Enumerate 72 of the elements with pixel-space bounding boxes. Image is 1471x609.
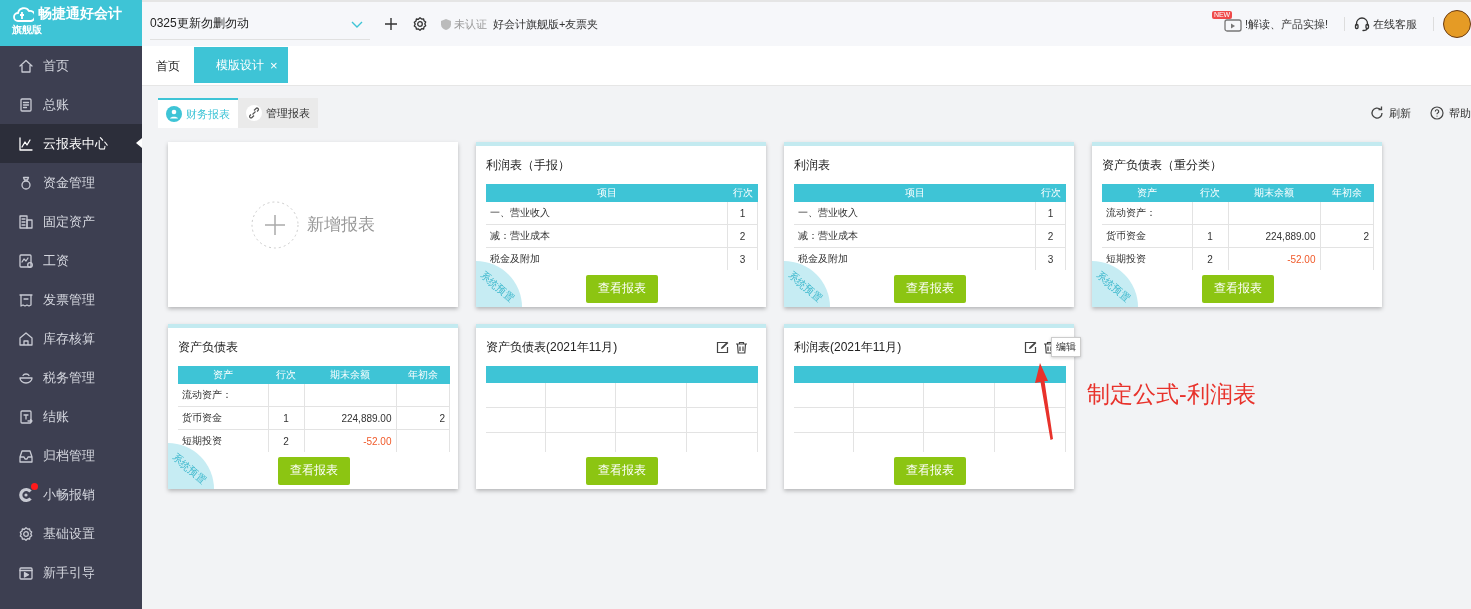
table-cell: 224,889.00 — [341, 412, 392, 424]
sidebar-item[interactable]: 固定资产 — [0, 202, 142, 241]
table-cell: -52.00 — [1287, 253, 1316, 265]
table-cell: 1 — [1047, 207, 1054, 219]
table-cell: 1 — [283, 412, 289, 424]
table-cell: 一、营业收入 — [490, 207, 550, 218]
report-title: 利润表（手报） — [486, 156, 570, 174]
column-header: 项目 — [486, 184, 728, 202]
sidebar-item[interactable]: 新手引导 — [0, 553, 142, 592]
sidebar-item[interactable]: 小畅报销 — [0, 475, 142, 514]
column-header: 年初余 — [1320, 184, 1374, 202]
help-button[interactable]: 帮助 — [1429, 105, 1471, 121]
table-cell: 货币资金 — [182, 412, 222, 423]
edition-name: 好会计旗舰版+友票夹 — [493, 16, 599, 32]
sidebar-item[interactable]: 工资 — [0, 241, 142, 280]
table-cell: 3 — [739, 253, 746, 265]
edition-label: 旗舰版 — [12, 24, 42, 36]
sidebar-item[interactable]: 总账 — [0, 85, 142, 124]
report-title: 资产负债表（重分类） — [1102, 156, 1222, 174]
table-cell: 流动资产： — [1106, 207, 1156, 218]
table-cell: 2 — [1363, 230, 1369, 242]
sidebar-item[interactable]: 税务管理 — [0, 358, 142, 397]
table-cell: 减：营业成本 — [798, 230, 858, 241]
logo-text: 畅捷通好会计 — [38, 5, 122, 23]
sidebar-item[interactable]: 基础设置 — [0, 514, 142, 553]
sidebar-item[interactable]: 结账 — [0, 397, 142, 436]
column-header: 项目 — [794, 184, 1036, 202]
table-cell: 一、营业收入 — [798, 207, 858, 218]
sidebar-item[interactable]: 资金管理 — [0, 163, 142, 202]
support-link[interactable]: 在线客服 — [1354, 16, 1417, 32]
tooltip: 编辑 — [1051, 336, 1081, 357]
table-cell: 货币资金 — [1106, 230, 1146, 241]
column-header: 行次 — [727, 184, 758, 202]
column-header: 行次 — [1035, 184, 1066, 202]
column-header: 期末余额 — [304, 366, 396, 384]
table-cell: 3 — [1047, 253, 1054, 265]
table-cell: 税金及附加 — [798, 253, 848, 264]
sidebar-item[interactable]: 首页 — [0, 46, 142, 85]
report-type-tab[interactable]: 管理报表 — [238, 98, 318, 128]
table-cell: -52.00 — [363, 435, 392, 447]
report-title: 利润表(2021年11月) — [794, 338, 902, 356]
table-cell: 短期投资 — [1106, 253, 1146, 264]
report-title: 资产负债表(2021年11月) — [486, 338, 618, 356]
table-cell: 短期投资 — [182, 435, 222, 446]
column-header: 行次 — [268, 366, 304, 384]
column-header: 年初余 — [396, 366, 450, 384]
company-select[interactable]: 0325更新勿删勿动 — [150, 8, 370, 40]
table-cell: 2 — [283, 435, 289, 447]
table-cell: 减：营业成本 — [490, 230, 550, 241]
column-header: 期末余额 — [1228, 184, 1320, 202]
sidebar-item[interactable]: 发票管理 — [0, 280, 142, 319]
column-header: 资产 — [178, 366, 268, 384]
column-header: 资产 — [1102, 184, 1192, 202]
sidebar-item[interactable]: 库存核算 — [0, 319, 142, 358]
annotation-text: 制定公式-利润表 — [1087, 380, 1256, 409]
report-title: 利润表 — [794, 156, 830, 174]
table-cell: 1 — [1207, 230, 1213, 242]
refresh-button[interactable]: 刷新 — [1369, 105, 1411, 121]
table-cell: 1 — [739, 207, 746, 219]
tab[interactable]: 首页 — [142, 47, 194, 85]
table-cell: 2 — [439, 412, 445, 424]
table-cell: 2 — [739, 230, 746, 242]
table-cell: 224,889.00 — [1265, 230, 1316, 242]
table-cell: 2 — [1207, 253, 1213, 265]
table-cell: 流动资产： — [182, 389, 232, 400]
report-title: 资产负债表 — [178, 338, 238, 356]
column-header: 行次 — [1192, 184, 1228, 202]
table-cell: 税金及附加 — [490, 253, 540, 264]
promo-link[interactable]: !解读、产品实操! — [1244, 16, 1328, 32]
table-cell: 2 — [1047, 230, 1054, 242]
sidebar-item[interactable]: 归档管理 — [0, 436, 142, 475]
sidebar-item[interactable]: 云报表中心 — [0, 124, 142, 163]
